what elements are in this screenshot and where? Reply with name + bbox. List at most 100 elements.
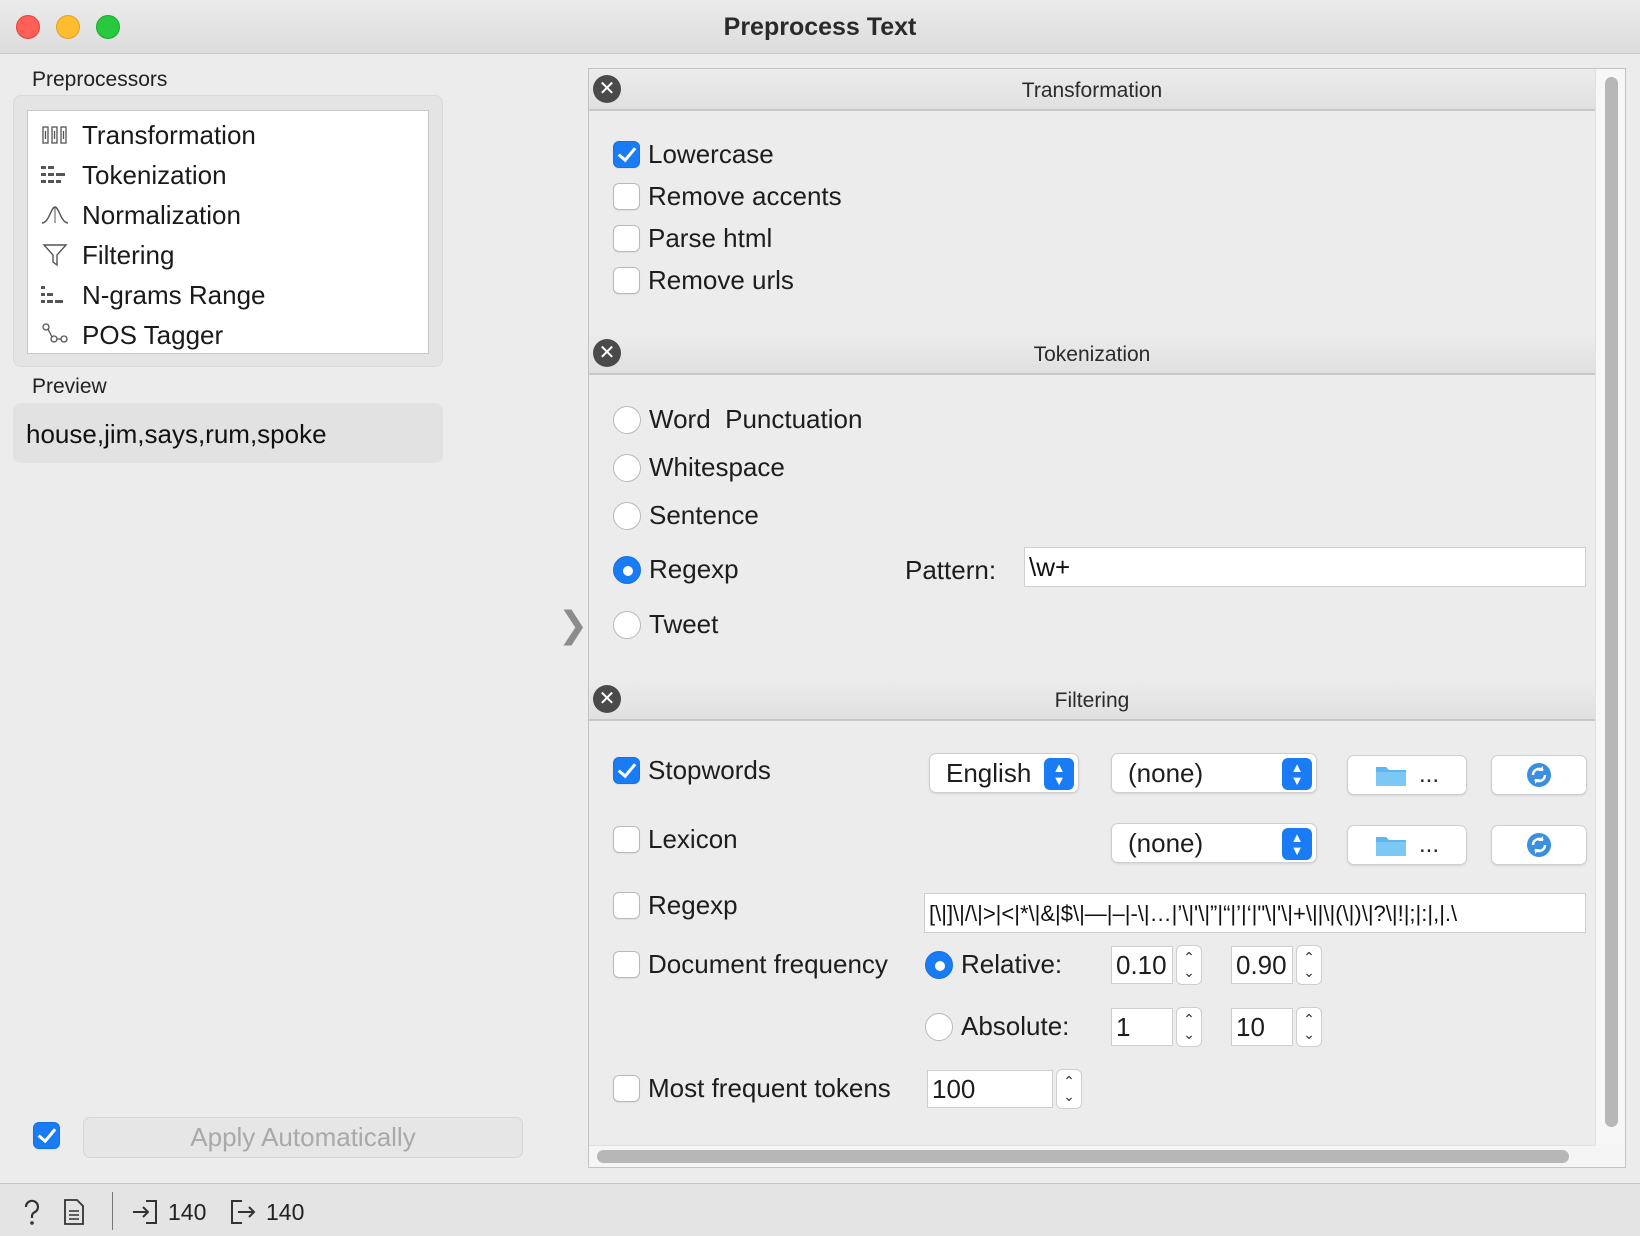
filter-icon — [28, 243, 82, 267]
stopwords-option[interactable]: Stopwords — [613, 755, 771, 786]
option-label: Absolute: — [961, 1011, 1070, 1041]
option-label: Tweet — [649, 609, 719, 639]
lexicon-file-select[interactable]: (none) ▲ ▼ — [1111, 823, 1317, 863]
chevron-up-down-icon: ▲ ▼ — [1282, 828, 1312, 860]
title-bar: Preprocess Text — [0, 0, 1640, 54]
regexp-filter-input[interactable]: \.|,|:|;|!|\?|\(|\)|\||\+|\'|\"|‘|’|“|”|… — [924, 893, 1586, 933]
word-punctuation-option[interactable]: Word Punctuation — [613, 404, 862, 435]
pattern-label: Pattern: — [905, 555, 997, 585]
option-label: Sentence — [649, 500, 759, 530]
preprocessor-item-normalization[interactable]: Normalization — [28, 195, 428, 235]
apply-automatically-button[interactable]: Apply Automatically — [83, 1117, 523, 1158]
tweet-radio[interactable] — [613, 610, 641, 639]
remove-accents-checkbox[interactable] — [613, 183, 640, 210]
most-frequent-tokens-checkbox[interactable] — [613, 1075, 640, 1102]
section-title: Tokenization — [1033, 343, 1151, 366]
remove-accents-option[interactable]: Remove accents — [613, 181, 842, 212]
scroll-thumb[interactable] — [1605, 77, 1618, 1127]
browse-label: ... — [1418, 761, 1439, 788]
stopwords-language-select[interactable]: English ▲ ▼ — [929, 753, 1079, 793]
preprocessor-item-ngrams[interactable]: N-grams Range — [28, 275, 428, 315]
stopwords-browse-button[interactable]: ... — [1347, 755, 1467, 795]
relative-min-spinbox[interactable]: 0.10 ⌃ ⌄ — [1111, 945, 1202, 985]
preprocessor-item-pos-tagger[interactable]: POS Tagger — [28, 315, 428, 355]
most-frequent-tokens-option[interactable]: Most frequent tokens — [613, 1073, 891, 1104]
reload-icon — [1527, 763, 1551, 787]
parse-html-checkbox[interactable] — [613, 225, 640, 252]
regexp-radio[interactable] — [613, 555, 641, 584]
lexicon-checkbox[interactable] — [613, 826, 640, 853]
select-value: (none) — [1128, 757, 1204, 788]
preprocessor-label: Filtering — [82, 239, 175, 270]
stopwords-checkbox[interactable] — [613, 757, 640, 784]
stopwords-reload-button[interactable] — [1491, 755, 1587, 795]
output-count-value: 140 — [266, 1198, 305, 1225]
lowercase-checkbox[interactable] — [613, 141, 640, 168]
relative-max-spinbox[interactable]: 0.90 ⌃ ⌄ — [1231, 945, 1322, 985]
word-punctuation-radio[interactable] — [613, 405, 641, 434]
absolute-max-spinbox[interactable]: 10 ⌃ ⌄ — [1231, 1007, 1322, 1047]
help-icon[interactable] — [20, 1198, 44, 1226]
preprocessor-item-filtering[interactable]: Filtering — [28, 235, 428, 275]
preprocessor-item-tokenization[interactable]: Tokenization — [28, 155, 428, 195]
spin-value[interactable]: 0.10 — [1111, 946, 1173, 984]
regexp-tokenizer-option[interactable]: Regexp — [613, 554, 739, 585]
filtering-header: ✕ Filtering — [589, 679, 1595, 721]
stepper-icon[interactable]: ⌃ ⌄ — [1296, 1007, 1322, 1047]
regexp-filter-option[interactable]: Regexp — [613, 890, 738, 921]
tweet-option[interactable]: Tweet — [613, 609, 718, 640]
status-divider — [112, 1192, 113, 1230]
option-label: Word Punctuation — [649, 404, 863, 434]
lexicon-browse-button[interactable]: ... — [1347, 825, 1467, 865]
preprocessor-label: POS Tagger — [82, 319, 224, 350]
absolute-option[interactable]: Absolute: — [925, 1011, 1069, 1042]
vertical-scrollbar[interactable] — [1595, 69, 1625, 1147]
apply-automatically-checkbox[interactable] — [33, 1122, 60, 1149]
document-frequency-checkbox[interactable] — [613, 951, 640, 978]
relative-radio[interactable] — [925, 950, 953, 979]
stepper-icon[interactable]: ⌃ ⌄ — [1296, 945, 1322, 985]
spin-value[interactable]: 100 — [927, 1070, 1053, 1108]
stepper-icon[interactable]: ⌃ ⌄ — [1056, 1069, 1082, 1109]
stepper-icon[interactable]: ⌃ ⌄ — [1176, 945, 1202, 985]
report-icon[interactable] — [63, 1198, 85, 1226]
preview-text: house,jim,says,rum,spoke — [26, 419, 327, 449]
preprocessor-settings-panel: ✕ Transformation Lowercase Remove accent… — [588, 68, 1626, 1168]
pattern-input[interactable]: \w+ — [1024, 547, 1586, 587]
option-label: Remove urls — [648, 265, 794, 295]
transformation-icon — [28, 125, 82, 145]
parse-html-option[interactable]: Parse html — [613, 223, 772, 254]
remove-urls-checkbox[interactable] — [613, 267, 640, 294]
whitespace-radio[interactable] — [613, 453, 641, 482]
chevron-right-icon[interactable]: ❯ — [558, 604, 588, 646]
lowercase-option[interactable]: Lowercase — [613, 139, 774, 170]
window-title: Preprocess Text — [723, 13, 917, 41]
absolute-radio[interactable] — [925, 1012, 953, 1041]
scroll-thumb[interactable] — [597, 1150, 1569, 1163]
horizontal-scrollbar[interactable] — [589, 1145, 1595, 1167]
most-frequent-tokens-spinbox[interactable]: 100 ⌃ ⌄ — [927, 1069, 1082, 1109]
spin-value[interactable]: 0.90 — [1231, 946, 1293, 984]
regexp-filter-checkbox[interactable] — [613, 892, 640, 919]
stopwords-file-select[interactable]: (none) ▲ ▼ — [1111, 753, 1317, 793]
lexicon-option[interactable]: Lexicon — [613, 824, 738, 855]
sentence-radio[interactable] — [613, 501, 641, 530]
option-label: Most frequent tokens — [648, 1073, 891, 1103]
spin-value[interactable]: 10 — [1231, 1008, 1293, 1046]
transformation-header: ✕ Transformation — [589, 69, 1595, 111]
sentence-option[interactable]: Sentence — [613, 500, 759, 531]
input-count: 140 — [132, 1198, 206, 1226]
absolute-min-spinbox[interactable]: 1 ⌃ ⌄ — [1111, 1007, 1202, 1047]
preprocessors-label: Preprocessors — [32, 68, 168, 91]
chevron-up-down-icon: ▲ ▼ — [1044, 758, 1074, 790]
stepper-icon[interactable]: ⌃ ⌄ — [1176, 1007, 1202, 1047]
normalization-icon — [28, 205, 82, 225]
relative-option[interactable]: Relative: — [925, 949, 1062, 980]
output-icon — [231, 1200, 256, 1224]
lexicon-reload-button[interactable] — [1491, 825, 1587, 865]
remove-urls-option[interactable]: Remove urls — [613, 265, 794, 296]
whitespace-option[interactable]: Whitespace — [613, 452, 785, 483]
spin-value[interactable]: 1 — [1111, 1008, 1173, 1046]
document-frequency-option[interactable]: Document frequency — [613, 949, 888, 980]
preprocessor-item-transformation[interactable]: Transformation — [28, 115, 428, 155]
